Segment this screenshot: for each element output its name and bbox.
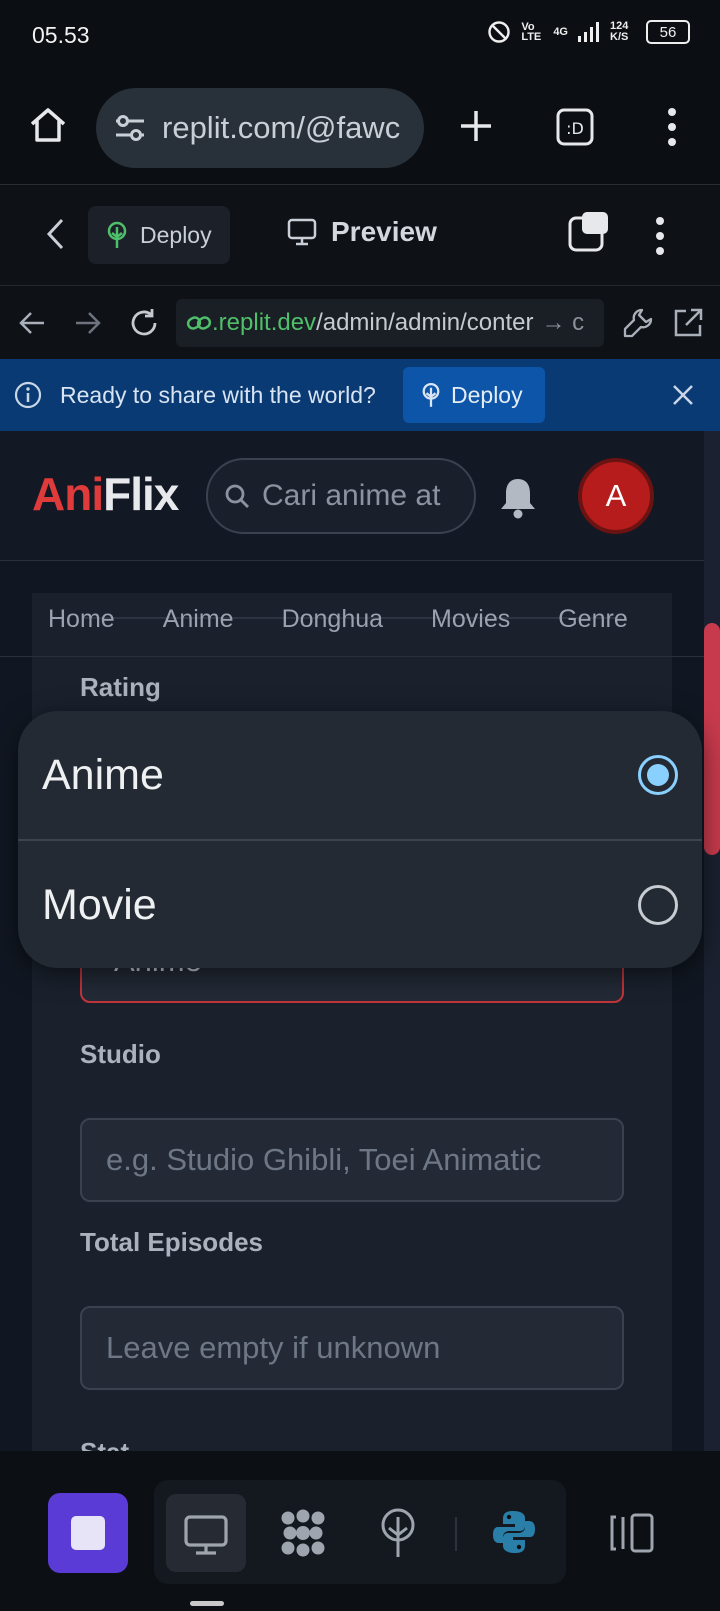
webview-address-bar[interactable]: .replit.dev/admin/admin/conter → c [176, 299, 604, 347]
rating-label: Rating [80, 672, 161, 702]
reload-icon[interactable] [128, 307, 160, 339]
more-vertical-icon[interactable] [664, 105, 680, 149]
close-banner-icon[interactable] [672, 384, 694, 406]
nav-genre[interactable]: Genre [558, 605, 627, 634]
svg-text::D: :D [566, 119, 584, 138]
home-icon[interactable] [28, 105, 68, 145]
status-icons: Vo LTE 4G 124 K/S 56 [487, 20, 690, 44]
avatar-letter: A [605, 478, 627, 513]
site-settings-icon[interactable] [114, 114, 146, 142]
browser-toolbar: replit.com/@fawc :D [0, 75, 720, 185]
status-bar: 05.53 Vo LTE 4G 124 K/S 56 [0, 0, 720, 75]
user-avatar[interactable]: A [578, 458, 654, 534]
deploy-label: Deploy [140, 221, 212, 248]
preview-monitor-icon [184, 1515, 228, 1555]
do-not-disturb-icon [488, 21, 511, 43]
webview-nav: .replit.dev/admin/admin/conter → c [0, 287, 720, 359]
stop-icon [71, 1516, 105, 1550]
search-icon [225, 484, 249, 508]
volte-indicator: Vo LTE [521, 21, 542, 43]
episodes-label: Total Episodes [80, 1227, 263, 1257]
url-text: replit.com/@fawc [162, 110, 401, 145]
studio-placeholder: e.g. Studio Ghibli, Toei Animatic [106, 1142, 542, 1177]
net-speed: 124 K/S [610, 20, 629, 43]
devtools-wrench-icon[interactable] [622, 307, 654, 339]
option-movie-label: Movie [42, 880, 157, 929]
layout-panels-icon[interactable] [608, 1513, 654, 1553]
page-scrollbar-thumb[interactable] [704, 623, 720, 855]
deploy-banner: Ready to share with the world? Deploy [0, 359, 720, 431]
signal-icon [578, 22, 599, 42]
nav-movies[interactable]: Movies [431, 605, 510, 634]
nav-donghua[interactable]: Donghua [282, 605, 383, 634]
logo-part-flix: Flix [103, 468, 179, 520]
option-anime-radio[interactable] [638, 755, 678, 795]
banner-deploy-button[interactable]: Deploy [403, 367, 545, 423]
logo-part-ani: Ani [32, 468, 104, 520]
type-select-dialog: Anime Movie [18, 711, 702, 968]
replit-bottom-bar [0, 1451, 720, 1611]
deploy-icon [107, 221, 127, 248]
pane-switch-icon[interactable] [568, 210, 610, 252]
address-suffix: → c [541, 309, 585, 336]
link-icon [186, 316, 212, 330]
search-placeholder: Cari anime at [262, 479, 441, 512]
site-nav: Home Anime Donghua Movies Genre [48, 605, 676, 634]
aniflix-logo[interactable]: AniFlix [32, 467, 179, 521]
site-search-input[interactable]: Cari anime at [206, 458, 476, 534]
replit-toolbar: Deploy Preview [0, 186, 720, 286]
python-icon[interactable] [492, 1509, 536, 1555]
status-label: Stat [80, 1437, 129, 1451]
nav-anime[interactable]: Anime [163, 605, 234, 634]
episodes-input[interactable]: Leave empty if unknown [80, 1306, 624, 1390]
deploy-button[interactable]: Deploy [88, 206, 230, 264]
status-time: 05.53 [32, 22, 90, 48]
page-scrollbar-track[interactable] [704, 431, 720, 1451]
network-type: 4G [553, 26, 568, 38]
tabs-switcher-icon[interactable]: :D [556, 108, 594, 146]
option-movie-radio[interactable] [638, 885, 678, 925]
back-chevron-icon[interactable] [44, 216, 66, 252]
new-tab-icon[interactable] [458, 108, 494, 144]
battery-indicator: 56 [646, 20, 690, 44]
section-divider [0, 656, 704, 657]
nav-home[interactable]: Home [48, 605, 115, 634]
preview-tab[interactable]: Preview [287, 216, 437, 248]
option-movie[interactable]: Movie [18, 841, 702, 968]
address-path: /admin/admin/conter [316, 309, 534, 336]
stop-button[interactable] [48, 1493, 128, 1573]
site-header: AniFlix Cari anime at A [0, 431, 704, 561]
address-host: .replit.dev [212, 309, 317, 336]
agent-icon[interactable] [278, 1508, 328, 1558]
nav-back-icon[interactable] [18, 309, 46, 337]
deployments-icon[interactable] [378, 1507, 418, 1559]
url-bar[interactable]: replit.com/@fawc [96, 88, 424, 168]
banner-message: Ready to share with the world? [60, 382, 376, 408]
open-external-icon[interactable] [672, 307, 704, 339]
battery-level: 56 [659, 23, 677, 41]
gesture-home-indicator [190, 1601, 224, 1606]
nav-forward-icon[interactable] [74, 309, 102, 337]
tool-separator [455, 1517, 457, 1551]
option-anime-label: Anime [42, 750, 164, 799]
episodes-placeholder: Leave empty if unknown [106, 1330, 441, 1365]
studio-input[interactable]: e.g. Studio Ghibli, Toei Animatic [80, 1118, 624, 1202]
notification-bell-icon[interactable] [498, 475, 538, 519]
info-icon [14, 381, 42, 409]
banner-deploy-icon [422, 382, 440, 407]
studio-label: Studio [80, 1039, 161, 1069]
monitor-icon [287, 218, 317, 246]
banner-deploy-label: Deploy [451, 381, 523, 408]
preview-label: Preview [331, 216, 437, 247]
pane-more-icon[interactable] [652, 214, 668, 258]
option-anime[interactable]: Anime [18, 711, 702, 839]
